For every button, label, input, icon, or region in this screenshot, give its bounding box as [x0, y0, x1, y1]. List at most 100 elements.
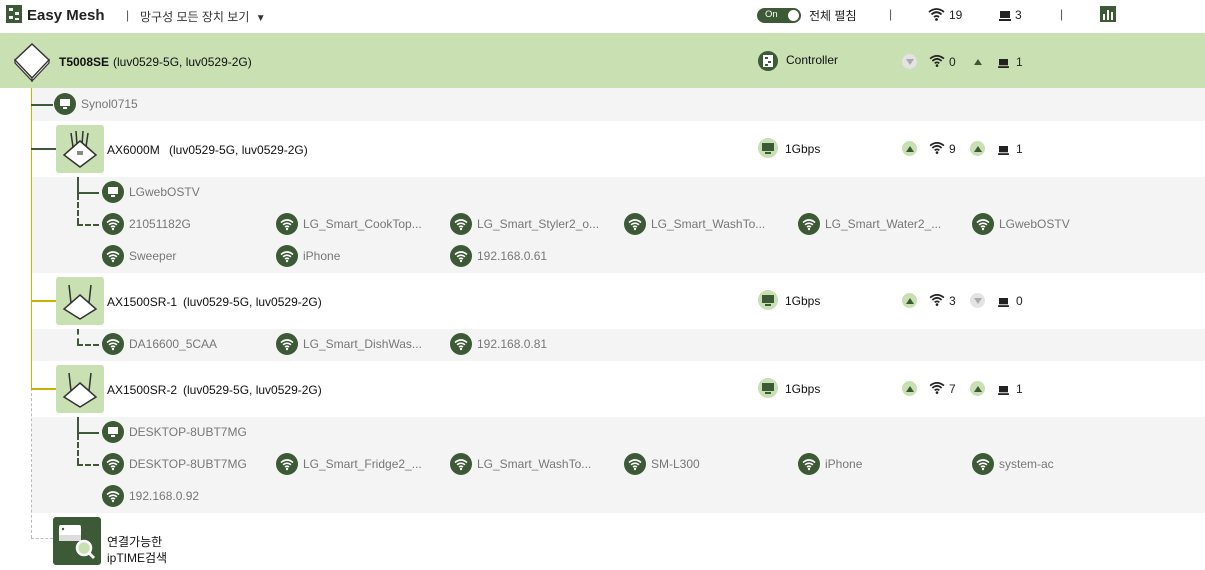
link-speed: 1Gbps: [785, 294, 821, 308]
wifi-icon: [972, 453, 994, 475]
chevron-down-icon: ▼: [255, 13, 266, 24]
list-item[interactable]: LGwebOSTV: [102, 181, 200, 203]
node-wifi-count: 7: [949, 382, 956, 396]
wifi-icon: [276, 453, 298, 475]
arrow-up-icon: [902, 141, 917, 156]
node-wired-count: 0: [1016, 294, 1023, 308]
list-item[interactable]: system-ac: [972, 453, 1054, 475]
tree-branch-line: [31, 148, 56, 150]
list-item[interactable]: LG_Smart_Water2_...: [798, 213, 941, 235]
list-item[interactable]: DA16600_5CAA: [102, 333, 217, 355]
controller-role: Controller: [786, 53, 839, 67]
brand: Easy Mesh: [6, 5, 105, 26]
arrow-up-icon: [970, 141, 985, 156]
node-name: AX1500SR-2: [107, 383, 178, 397]
device-name: LG_Smart_DishWas...: [303, 337, 422, 351]
tree-branch-line: [77, 432, 99, 434]
device-name: LGwebOSTV: [999, 217, 1070, 231]
list-item[interactable]: DESKTOP-8UBT7MG: [102, 453, 247, 475]
device-name: Synol0715: [81, 97, 138, 111]
wifi-icon: [928, 7, 945, 24]
list-item[interactable]: LG_Smart_WashTo...: [624, 213, 765, 235]
device-name: DA16600_5CAA: [129, 337, 218, 351]
search-icon: [57, 521, 97, 564]
device-name: LG_Smart_Fridge2_...: [303, 457, 422, 471]
link-speed: 1Gbps: [785, 382, 821, 396]
list-item[interactable]: 192.168.0.61: [450, 245, 547, 267]
list-item[interactable]: iPhone: [276, 245, 340, 267]
tree-branch-line: [77, 329, 79, 344]
view-dropdown[interactable]: 망구성 모든 장치 보기 ▼: [140, 8, 266, 25]
wifi-icon: [102, 245, 124, 267]
wifi-icon: [929, 293, 945, 309]
toggle-label: On: [765, 9, 778, 20]
controller-name: T5008SE: [59, 55, 110, 69]
device-name: LG_Smart_Water2_...: [825, 217, 942, 231]
brand-title: Easy Mesh: [27, 7, 105, 24]
list-item[interactable]: LG_Smart_CookTop...: [276, 213, 422, 235]
device-name: system-ac: [999, 457, 1054, 471]
expand-all-label: 전체 펼침: [809, 9, 857, 23]
device-name: 192.168.0.92: [129, 489, 200, 503]
header-separator: |: [889, 7, 893, 21]
ethernet-icon: [758, 138, 778, 158]
wifi-icon: [972, 213, 994, 235]
wifi-count: 19: [949, 8, 963, 22]
list-item[interactable]: LGwebOSTV: [972, 213, 1070, 235]
device-name: DESKTOP-8UBT7MG: [129, 425, 247, 439]
list-item[interactable]: LG_Smart_Styler2_o...: [450, 213, 599, 235]
mesh-ap-icon: [56, 125, 104, 173]
list-item[interactable]: 192.168.0.92: [102, 485, 199, 507]
tree-branch-line: [77, 194, 79, 224]
list-item[interactable]: Synol0715: [54, 93, 138, 115]
wifi-icon: [102, 485, 124, 507]
wifi-icon: [450, 213, 472, 235]
list-item[interactable]: iPhone: [798, 453, 862, 475]
wifi-icon: [102, 453, 124, 475]
list-item[interactable]: LG_Smart_WashTo...: [450, 453, 591, 475]
wired-count: 3: [1015, 8, 1022, 22]
controller-ssids: (luv0529-5G, luv0529-2G): [113, 55, 252, 69]
search-label-line1: 연결가능한: [107, 535, 163, 549]
controller-icon: [758, 51, 778, 71]
device-name: 21051182G: [129, 217, 191, 231]
device-name: DESKTOP-8UBT7MG: [129, 457, 247, 471]
toggle-knob: [788, 10, 799, 21]
list-item[interactable]: 192.168.0.81: [450, 333, 547, 355]
arrow-down-icon: [970, 293, 985, 308]
chart-icon[interactable]: [1100, 6, 1116, 25]
tree-branch-line: [77, 177, 79, 193]
tree-branch-line: [77, 434, 79, 464]
list-item[interactable]: Sweeper: [102, 245, 176, 267]
tree-branch-line: [77, 224, 99, 226]
expand-all-toggle[interactable]: On: [757, 8, 801, 23]
search-iptime-button[interactable]: [53, 517, 101, 565]
wifi-icon: [102, 333, 124, 355]
list-item[interactable]: LG_Smart_Fridge2_...: [276, 453, 422, 475]
list-item[interactable]: LG_Smart_DishWas...: [276, 333, 422, 355]
wired-icon: [998, 144, 1009, 158]
list-item[interactable]: 21051182G: [102, 213, 191, 235]
arrow-up-icon: [902, 381, 917, 396]
tree-branch-line: [31, 538, 53, 539]
wifi-icon: [624, 213, 646, 235]
arrow-down-icon: [902, 54, 917, 69]
ethernet-icon: [758, 378, 778, 398]
desktop-icon: [102, 421, 124, 443]
device-name: SM-L300: [651, 457, 700, 471]
tree-branch-line: [77, 192, 99, 194]
device-name: LG_Smart_WashTo...: [477, 457, 592, 471]
controller-wifi-count: 0: [949, 55, 956, 69]
arrow-up-icon: [970, 54, 985, 69]
tree-branch-line: [77, 344, 99, 346]
wifi-icon: [450, 453, 472, 475]
list-item[interactable]: DESKTOP-8UBT7MG: [102, 421, 247, 443]
wifi-icon: [929, 141, 945, 157]
wired-icon: [998, 296, 1009, 310]
tree-branch-line: [77, 417, 79, 433]
arrow-up-icon: [970, 381, 985, 396]
wifi-icon: [798, 453, 820, 475]
list-item[interactable]: SM-L300: [624, 453, 700, 475]
wifi-icon: [276, 333, 298, 355]
device-name: iPhone: [825, 457, 863, 471]
